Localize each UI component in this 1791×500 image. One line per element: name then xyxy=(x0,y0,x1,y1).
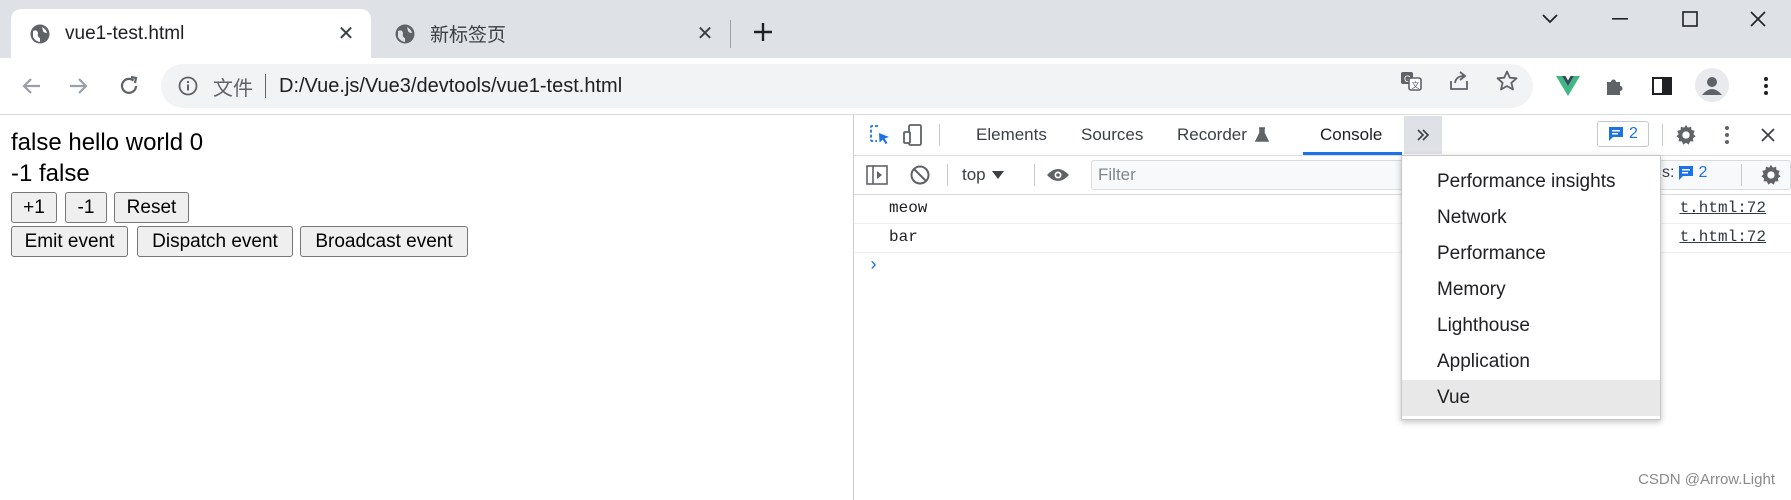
browser-toolbar: 文件 D:/Vue.js/Vue3/devtools/vue1-test.htm… xyxy=(0,58,1791,115)
tab-console[interactable]: Console xyxy=(1320,115,1382,155)
tab-recorder-label: Recorder xyxy=(1177,125,1247,144)
console-prompt[interactable]: › xyxy=(868,256,879,276)
console-toolbar-separator xyxy=(1034,164,1035,186)
message-icon xyxy=(1608,126,1624,142)
address-bar[interactable]: 文件 D:/Vue.js/Vue3/devtools/vue1-test.htm… xyxy=(161,64,1533,108)
tab-vue1-test[interactable]: vue1-test.html ✕ xyxy=(11,9,371,58)
more-tabs-chevron-icon[interactable] xyxy=(1404,116,1442,154)
kebab-menu-icon[interactable] xyxy=(1752,72,1780,100)
menu-item-lighthouse[interactable]: Lighthouse xyxy=(1402,308,1660,344)
console-source-link[interactable]: t.html:72 xyxy=(1680,228,1766,246)
new-tab-button[interactable] xyxy=(748,17,778,47)
devtools-kebab-icon[interactable] xyxy=(1713,121,1741,149)
maximize-button[interactable] xyxy=(1665,2,1715,36)
context-selector[interactable]: top xyxy=(962,163,1004,187)
active-tab-indicator xyxy=(1303,152,1402,155)
omnibox-divider xyxy=(265,74,266,98)
page-viewport: false hello world 0 -1 false +1 -1 Reset… xyxy=(0,115,853,500)
globe-icon xyxy=(29,23,51,45)
dispatch-event-button[interactable]: Dispatch event xyxy=(137,226,293,257)
vue-devtools-extension-icon[interactable] xyxy=(1554,72,1582,100)
console-source-link[interactable]: t.html:72 xyxy=(1680,199,1766,217)
menu-item-vue[interactable]: Vue xyxy=(1402,380,1660,416)
settings-gear-icon[interactable] xyxy=(1672,121,1700,149)
forward-icon[interactable] xyxy=(62,70,94,102)
back-icon[interactable] xyxy=(16,70,48,102)
more-tabs-menu: Performance insights Network Performance… xyxy=(1401,155,1661,420)
tabbar-separator xyxy=(939,124,940,146)
issues-label: s: xyxy=(1662,164,1675,181)
info-icon[interactable] xyxy=(177,75,199,97)
tab-elements[interactable]: Elements xyxy=(976,115,1047,155)
console-settings-gear-icon[interactable] xyxy=(1757,161,1785,189)
tab-separator xyxy=(730,20,731,48)
device-toolbar-icon[interactable] xyxy=(899,121,927,149)
console-message: meow xyxy=(889,199,928,217)
sidebar-toggle-icon[interactable] xyxy=(863,161,891,189)
reload-icon[interactable] xyxy=(113,70,145,102)
flask-icon xyxy=(1254,127,1269,143)
globe-icon xyxy=(394,23,416,45)
message-icon xyxy=(1678,165,1694,181)
console-toolbar-separator xyxy=(1741,164,1742,186)
reset-button[interactable]: Reset xyxy=(114,192,189,223)
menu-item-performance[interactable]: Performance xyxy=(1402,236,1660,272)
translate-icon[interactable]: G文 xyxy=(1397,67,1425,95)
console-toolbar-separator xyxy=(947,164,948,186)
page-line-2: -1 false xyxy=(11,160,90,187)
dropdown-arrow-icon xyxy=(991,171,1004,179)
menu-item-network[interactable]: Network xyxy=(1402,200,1660,236)
console-message: bar xyxy=(889,228,918,246)
decrement-button[interactable]: -1 xyxy=(65,192,107,223)
live-expression-eye-icon[interactable] xyxy=(1044,161,1072,189)
tab-search-chevron-icon[interactable] xyxy=(1525,2,1575,36)
tabbar-separator xyxy=(1662,124,1663,146)
tab-title: 新标签页 xyxy=(430,25,507,46)
tab-strip: vue1-test.html ✕ 新标签页 ✕ xyxy=(0,0,1791,58)
menu-item-performance-insights[interactable]: Performance insights xyxy=(1402,164,1660,200)
close-devtools-icon[interactable] xyxy=(1754,121,1782,149)
tab-sources[interactable]: Sources xyxy=(1081,115,1143,155)
broadcast-event-button[interactable]: Broadcast event xyxy=(300,226,468,257)
emit-event-button[interactable]: Emit event xyxy=(11,226,128,257)
devtools-tabbar: Elements Sources Recorder Console 2 xyxy=(854,115,1791,156)
bookmark-star-icon[interactable] xyxy=(1493,67,1521,95)
menu-item-memory[interactable]: Memory xyxy=(1402,272,1660,308)
close-window-button[interactable] xyxy=(1733,2,1783,36)
profile-avatar-icon[interactable] xyxy=(1695,68,1729,102)
svg-text:文: 文 xyxy=(1412,80,1420,90)
watermark: CSDN @Arrow.Light xyxy=(1638,471,1775,488)
clear-console-icon[interactable] xyxy=(906,161,934,189)
scheme-label: 文件 xyxy=(213,77,253,100)
increment-button[interactable]: +1 xyxy=(11,192,57,223)
extensions-puzzle-icon[interactable] xyxy=(1601,72,1629,100)
tab-title: vue1-test.html xyxy=(65,22,185,44)
close-tab-icon[interactable]: ✕ xyxy=(333,21,359,47)
inspect-element-icon[interactable] xyxy=(866,121,894,149)
tab-recorder[interactable]: Recorder xyxy=(1177,115,1269,155)
side-panel-icon[interactable] xyxy=(1648,72,1676,100)
minimize-button[interactable] xyxy=(1595,2,1645,36)
page-line-1: false hello world 0 xyxy=(11,129,204,156)
close-tab-icon[interactable]: ✕ xyxy=(692,21,718,47)
url-text[interactable]: D:/Vue.js/Vue3/devtools/vue1-test.html xyxy=(279,75,622,98)
issues-counter-right[interactable]: s: 2 xyxy=(1662,164,1707,182)
tab-new-tab[interactable]: 新标签页 ✕ xyxy=(376,9,730,58)
share-icon[interactable] xyxy=(1445,67,1473,95)
context-label: top xyxy=(962,165,986,184)
issues-count: 2 xyxy=(1629,125,1638,142)
issues-badge[interactable]: 2 xyxy=(1597,121,1649,147)
menu-item-application[interactable]: Application xyxy=(1402,344,1660,380)
issues-count-right: 2 xyxy=(1698,164,1708,181)
